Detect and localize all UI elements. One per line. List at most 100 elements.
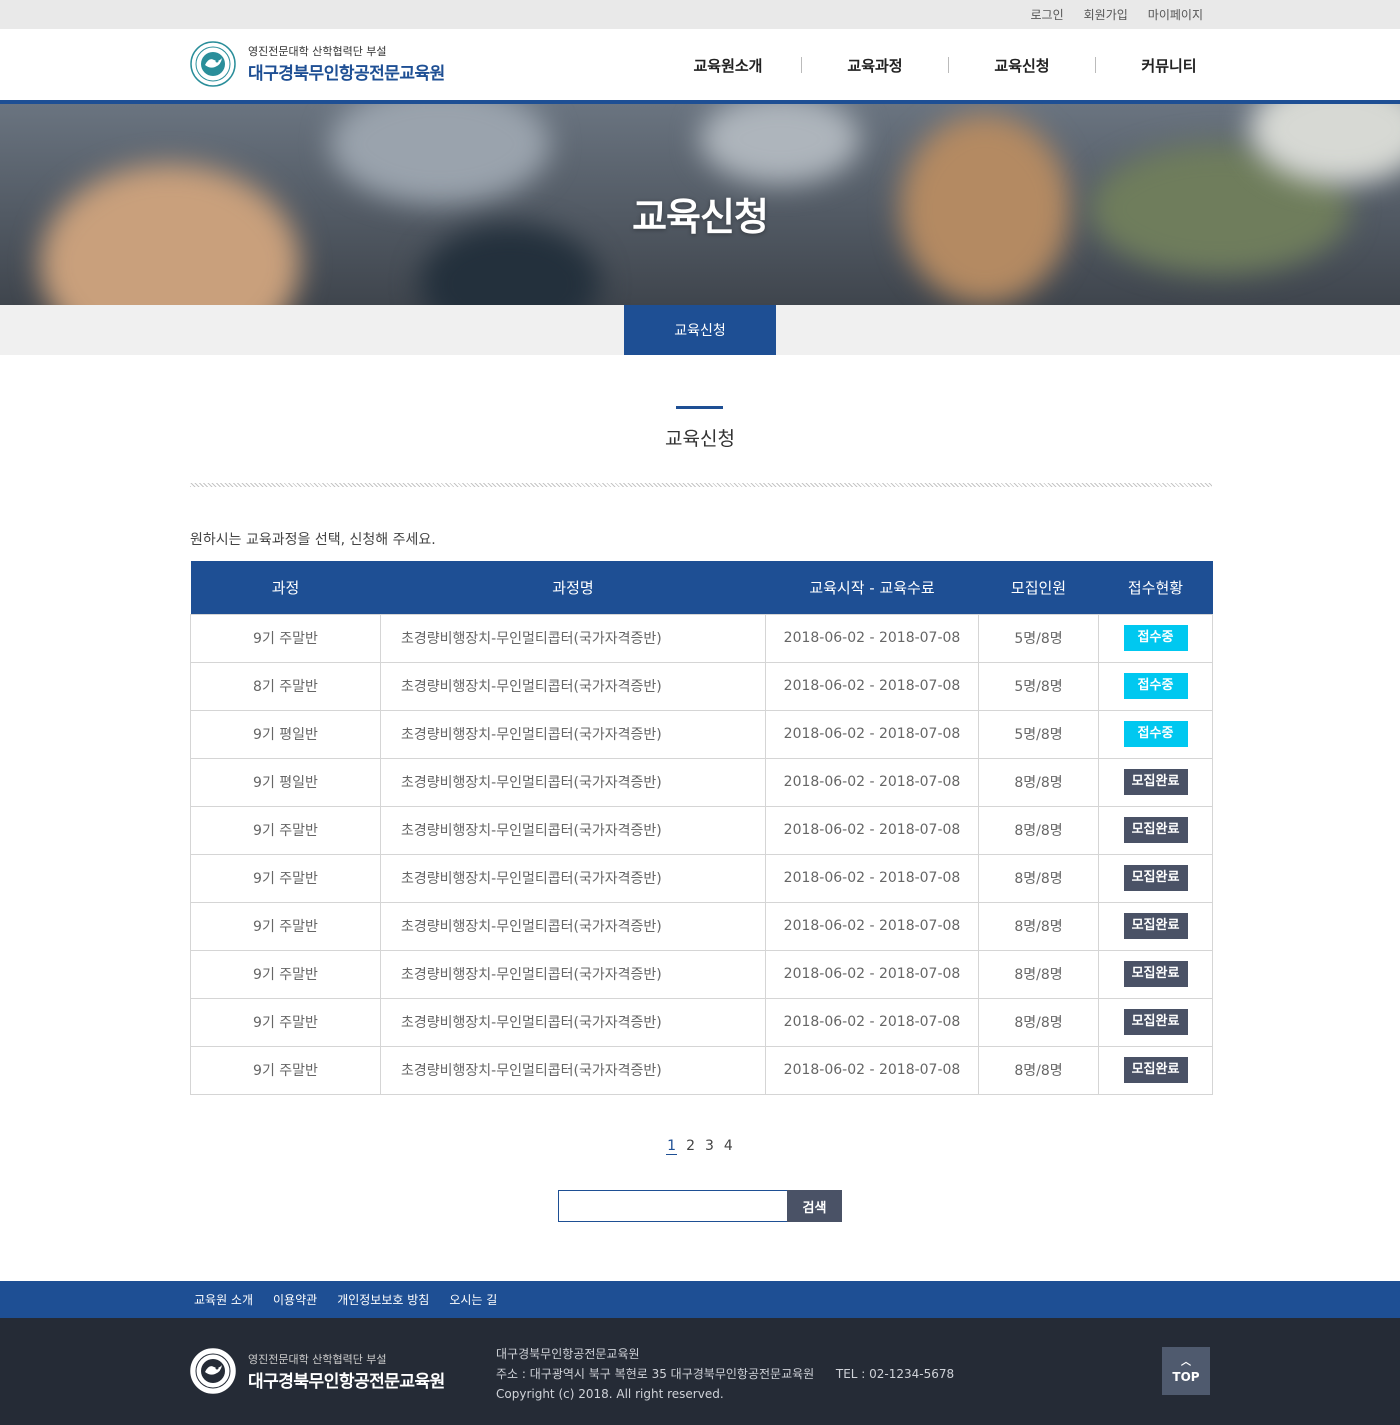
status-badge[interactable]: 접수중 <box>1123 673 1188 699</box>
table-row[interactable]: 9기 주말반 초경량비행장치-무인멀티콥터(국가자격증반) 2018-06-02… <box>190 1045 1213 1095</box>
nav-item-community[interactable]: 커뮤니티 <box>1096 55 1242 76</box>
login-link[interactable]: 로그인 <box>1031 6 1064 23</box>
footer-info: 대구경북무인항공전문교육원 주소 : 대구광역시 북구 복현로 35 대구경북무… <box>496 1344 954 1404</box>
footer-link-about[interactable]: 교육원 소개 <box>194 1291 253 1308</box>
cell-period: 2018-06-02 - 2018-07-08 <box>765 997 979 1047</box>
status-badge: 모집완료 <box>1123 1009 1188 1035</box>
nav-item-apply[interactable]: 교육신청 <box>949 55 1095 76</box>
cell-period: 2018-06-02 - 2018-07-08 <box>765 853 979 903</box>
table-row[interactable]: 9기 평일반 초경량비행장치-무인멀티콥터(국가자격증반) 2018-06-02… <box>190 709 1213 759</box>
pagination: 1 2 3 4 <box>0 1138 1400 1155</box>
cell-course-name[interactable]: 초경량비행장치-무인멀티콥터(국가자격증반) <box>380 949 766 999</box>
cell-course-name[interactable]: 초경량비행장치-무인멀티콥터(국가자격증반) <box>380 805 766 855</box>
tab-apply[interactable]: 교육신청 <box>624 305 776 355</box>
cell-course: 9기 주말반 <box>190 997 381 1047</box>
status-badge[interactable]: 접수중 <box>1123 721 1188 747</box>
cell-course-name[interactable]: 초경량비행장치-무인멀티콥터(국가자격증반) <box>380 613 766 663</box>
cell-course: 9기 평일반 <box>190 757 381 807</box>
cell-status: 접수중 <box>1098 709 1213 759</box>
cell-course-name[interactable]: 초경량비행장치-무인멀티콥터(국가자격증반) <box>380 901 766 951</box>
nav-item-about[interactable]: 교육원소개 <box>655 55 801 76</box>
cell-course: 9기 주말반 <box>190 1045 381 1095</box>
cell-course: 9기 주말반 <box>190 853 381 903</box>
utility-bar: 로그인 회원가입 마이페이지 <box>0 0 1400 29</box>
nav-item-courses[interactable]: 교육과정 <box>802 55 948 76</box>
table-row[interactable]: 9기 주말반 초경량비행장치-무인멀티콥터(국가자격증반) 2018-06-02… <box>190 853 1213 903</box>
page-link-4[interactable]: 4 <box>723 1138 734 1155</box>
page-link-1[interactable]: 1 <box>666 1138 678 1155</box>
table-row[interactable]: 9기 주말반 초경량비행장치-무인멀티콥터(국가자격증반) 2018-06-02… <box>190 949 1213 999</box>
site-logo[interactable]: 영진전문대학 산학협력단 부설 대구경북무인항공전문교육원 <box>190 39 460 89</box>
cell-course-name[interactable]: 초경량비행장치-무인멀티콥터(국가자격증반) <box>380 1045 766 1095</box>
scroll-top-label: TOP <box>1172 1370 1200 1384</box>
cell-status: 모집완료 <box>1098 757 1213 807</box>
scroll-top-button[interactable]: ︿ TOP <box>1162 1347 1210 1395</box>
search-button[interactable]: 검색 <box>787 1190 842 1222</box>
hero-banner: 교육신청 <box>0 104 1400 305</box>
cell-course-name[interactable]: 초경량비행장치-무인멀티콥터(국가자격증반) <box>380 709 766 759</box>
cell-period: 2018-06-02 - 2018-07-08 <box>765 805 979 855</box>
table-row[interactable]: 9기 주말반 초경량비행장치-무인멀티콥터(국가자격증반) 2018-06-02… <box>190 997 1213 1047</box>
cell-period: 2018-06-02 - 2018-07-08 <box>765 709 979 759</box>
cell-course: 9기 주말반 <box>190 949 381 999</box>
section-divider <box>190 483 1212 487</box>
cell-status: 접수중 <box>1098 661 1213 711</box>
footer-links: 교육원 소개 이용약관 개인정보보호 방침 오시는 길 <box>194 1281 497 1318</box>
utility-links: 로그인 회원가입 마이페이지 <box>1031 0 1204 29</box>
page-link-2[interactable]: 2 <box>685 1138 696 1155</box>
table-row[interactable]: 8기 주말반 초경량비행장치-무인멀티콥터(국가자격증반) 2018-06-02… <box>190 661 1213 711</box>
cell-capacity: 8명/8명 <box>978 901 1099 951</box>
cell-status: 모집완료 <box>1098 1045 1213 1095</box>
footer-org-name: 대구경북무인항공전문교육원 <box>496 1347 640 1361</box>
emblem-icon <box>190 41 236 87</box>
cell-status: 모집완료 <box>1098 901 1213 951</box>
table-row[interactable]: 9기 주말반 초경량비행장치-무인멀티콥터(국가자격증반) 2018-06-02… <box>190 805 1213 855</box>
cell-course: 9기 주말반 <box>190 901 381 951</box>
cell-period: 2018-06-02 - 2018-07-08 <box>765 901 979 951</box>
cell-status: 모집완료 <box>1098 997 1213 1047</box>
logo-subtitle: 영진전문대학 산학협력단 부설 <box>248 45 387 58</box>
cell-status: 모집완료 <box>1098 805 1213 855</box>
footer-link-privacy[interactable]: 개인정보보호 방침 <box>337 1291 429 1308</box>
logo-title: 대구경북무인항공전문교육원 <box>248 64 445 84</box>
footer-logo-title: 대구경북무인항공전문교육원 <box>248 1372 445 1392</box>
search-input[interactable] <box>558 1190 788 1222</box>
table-row[interactable]: 9기 평일반 초경량비행장치-무인멀티콥터(국가자격증반) 2018-06-02… <box>190 757 1213 807</box>
hero-title: 교육신청 <box>632 195 769 239</box>
section-title: 교육신청 <box>665 428 735 450</box>
column-header-course-name: 과정명 <box>380 561 766 614</box>
table-header-row: 과정 과정명 교육시작 - 교육수료 모집인원 접수현황 <box>190 561 1213 614</box>
cell-course-name[interactable]: 초경량비행장치-무인멀티콥터(국가자격증반) <box>380 661 766 711</box>
column-header-course: 과정 <box>190 561 381 614</box>
status-badge: 모집완료 <box>1123 865 1188 891</box>
cell-capacity: 8명/8명 <box>978 805 1099 855</box>
table-row[interactable]: 9기 주말반 초경량비행장치-무인멀티콥터(국가자격증반) 2018-06-02… <box>190 901 1213 951</box>
cell-capacity: 5명/8명 <box>978 613 1099 663</box>
footer-contact: 주소 : 대구광역시 북구 복현로 35 대구경북무인항공전문교육원 TEL :… <box>496 1364 954 1384</box>
table-row[interactable]: 9기 주말반 초경량비행장치-무인멀티콥터(국가자격증반) 2018-06-02… <box>190 613 1213 663</box>
page-link-3[interactable]: 3 <box>704 1138 715 1155</box>
table-body: 9기 주말반 초경량비행장치-무인멀티콥터(국가자격증반) 2018-06-02… <box>190 613 1213 1095</box>
mypage-link[interactable]: 마이페이지 <box>1148 6 1203 23</box>
cell-period: 2018-06-02 - 2018-07-08 <box>765 661 979 711</box>
column-header-capacity: 모집인원 <box>978 561 1099 614</box>
footer-tel: TEL : 02-1234-5678 <box>835 1367 955 1381</box>
status-badge: 모집완료 <box>1123 769 1188 795</box>
footer-link-directions[interactable]: 오시는 길 <box>449 1291 497 1308</box>
cell-course-name[interactable]: 초경량비행장치-무인멀티콥터(국가자격증반) <box>380 997 766 1047</box>
footer-link-terms[interactable]: 이용약관 <box>273 1291 317 1308</box>
cell-course-name[interactable]: 초경량비행장치-무인멀티콥터(국가자격증반) <box>380 853 766 903</box>
signup-link[interactable]: 회원가입 <box>1084 6 1128 23</box>
cell-status: 모집완료 <box>1098 853 1213 903</box>
column-header-status: 접수현황 <box>1098 561 1213 614</box>
section-accent <box>676 406 723 409</box>
status-badge: 모집완료 <box>1123 817 1188 843</box>
status-badge: 모집완료 <box>1123 961 1188 987</box>
chevron-up-icon: ︿ <box>1181 1357 1191 1368</box>
cell-period: 2018-06-02 - 2018-07-08 <box>765 1045 979 1095</box>
cell-capacity: 8명/8명 <box>978 997 1099 1047</box>
cell-course: 9기 평일반 <box>190 709 381 759</box>
status-badge[interactable]: 접수중 <box>1123 625 1188 651</box>
cell-capacity: 8명/8명 <box>978 949 1099 999</box>
cell-course-name[interactable]: 초경량비행장치-무인멀티콥터(국가자격증반) <box>380 757 766 807</box>
